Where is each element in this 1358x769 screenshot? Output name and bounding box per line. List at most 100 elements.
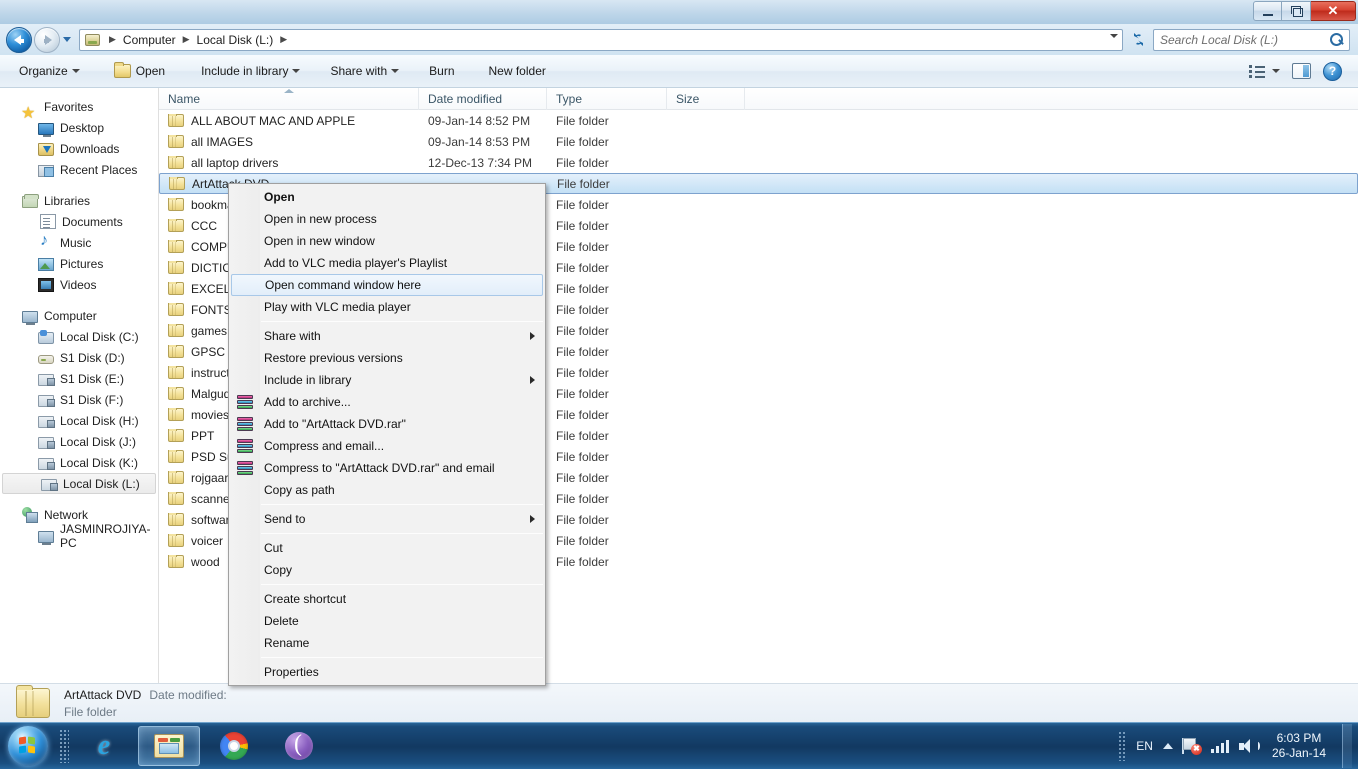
sidebar-item-pictures[interactable]: Pictures <box>0 253 158 274</box>
refresh-button[interactable] <box>1127 29 1149 51</box>
folder-icon <box>168 260 184 274</box>
sidebar-label-s1-disk-e: S1 Disk (E:) <box>60 371 125 386</box>
organize-button[interactable]: Organize <box>10 59 89 84</box>
sidebar-label-downloads: Downloads <box>60 141 120 156</box>
sidebar-item-recent-places[interactable]: Recent Places <box>0 159 158 180</box>
network-drive-icon <box>38 373 55 386</box>
sidebar-item-downloads[interactable]: Downloads <box>0 138 158 159</box>
show-desktop-button[interactable] <box>1342 724 1352 768</box>
volume-icon[interactable] <box>1238 738 1260 754</box>
context-menu-item[interactable]: Cut <box>229 537 545 559</box>
context-menu-item[interactable]: Share with <box>229 325 545 347</box>
change-view-button[interactable] <box>1249 64 1280 78</box>
minimize-button[interactable] <box>1253 1 1282 21</box>
context-menu-item[interactable]: Copy as path <box>229 479 545 501</box>
recent-pages-dropdown[interactable] <box>60 27 74 53</box>
table-row[interactable]: all IMAGES 09-Jan-14 8:53 PM File folder <box>159 131 1358 152</box>
column-header-size[interactable]: Size <box>667 88 745 110</box>
taskbar-grip[interactable] <box>59 729 69 763</box>
sidebar-item-local-disk-h[interactable]: Local Disk (H:) <box>0 410 158 431</box>
sidebar-item-libraries[interactable]: Libraries <box>0 190 158 211</box>
new-folder-button[interactable]: New folder <box>480 59 559 84</box>
sidebar-item-s1-disk-e[interactable]: S1 Disk (E:) <box>0 368 158 389</box>
sidebar-item-local-disk-j[interactable]: Local Disk (J:) <box>0 431 158 452</box>
taskbar-item-internet-explorer[interactable]: e <box>73 726 135 766</box>
network-drive-icon <box>38 415 55 428</box>
sidebar-item-s1-disk-d[interactable]: S1 Disk (D:) <box>0 347 158 368</box>
sidebar-item-music[interactable]: Music <box>0 232 158 253</box>
context-menu-item-label: Add to "ArtAttack DVD.rar" <box>264 417 406 431</box>
preview-pane-button[interactable] <box>1292 63 1311 79</box>
tray-grip[interactable] <box>1118 731 1127 761</box>
table-row[interactable]: all laptop drivers 12-Dec-13 7:34 PM File … <box>159 152 1358 173</box>
context-menu-item[interactable]: Delete <box>229 610 545 632</box>
help-icon[interactable]: ? <box>1323 61 1342 81</box>
context-menu-item[interactable]: Send to <box>229 508 545 530</box>
context-menu-item[interactable]: Compress to "ArtAttack DVD.rar" and emai… <box>229 457 545 479</box>
breadcrumb-history-dropdown[interactable] <box>1110 33 1118 52</box>
taskbar-item-windows-explorer[interactable] <box>138 726 200 766</box>
back-button[interactable] <box>6 26 32 53</box>
sidebar-item-documents[interactable]: Documents <box>0 211 158 232</box>
sidebar-item-computer[interactable]: Computer <box>0 305 158 326</box>
forward-button[interactable] <box>34 26 60 53</box>
signal-strength-icon[interactable] <box>1210 739 1229 753</box>
context-menu-item[interactable]: Compress and email... <box>229 435 545 457</box>
taskbar-item-google-chrome[interactable] <box>203 726 265 766</box>
context-menu-item[interactable]: Rename <box>229 632 545 654</box>
open-button[interactable]: Open <box>105 59 178 84</box>
context-menu-item[interactable]: Create shortcut <box>229 588 545 610</box>
music-icon <box>38 232 54 251</box>
breadcrumb-item-computer[interactable]: Computer <box>121 31 178 49</box>
context-menu-item[interactable]: Restore previous versions <box>229 347 545 369</box>
start-button[interactable] <box>1 724 55 768</box>
window-titlebar[interactable]: ✕ <box>0 0 1358 24</box>
column-header-type[interactable]: Type <box>547 88 667 110</box>
sidebar-item-local-disk-c[interactable]: Local Disk (C:) <box>0 326 158 347</box>
file-name-label: GPSC <box>191 344 226 359</box>
context-menu-item[interactable]: Open <box>229 186 545 208</box>
sidebar-item-s1-disk-f[interactable]: S1 Disk (F:) <box>0 389 158 410</box>
context-menu-item[interactable]: Add to archive... <box>229 391 545 413</box>
sidebar-item-videos[interactable]: Videos <box>0 274 158 295</box>
file-name-label: EXCEL <box>191 281 231 296</box>
context-menu-item[interactable]: Open in new window <box>229 230 545 252</box>
show-hidden-icons-button[interactable] <box>1162 743 1173 749</box>
context-menu-item[interactable]: Include in library <box>229 369 545 391</box>
breadcrumb-item-local-disk-l[interactable]: Local Disk (L:) <box>195 31 276 49</box>
table-row[interactable]: ALL ABOUT MAC AND APPLE 09-Jan-14 8:52 PM… <box>159 110 1358 131</box>
sidebar-item-local-disk-l[interactable]: Local Disk (L:) <box>2 473 156 494</box>
clock[interactable]: 6:03 PM 26-Jan-14 <box>1266 731 1332 761</box>
taskbar-item-bittorrent[interactable] <box>268 726 330 766</box>
close-button[interactable]: ✕ <box>1311 1 1356 21</box>
breadcrumb-separator-0[interactable]: ▶ <box>104 34 121 45</box>
restore-button[interactable] <box>1282 1 1311 21</box>
sidebar-item-local-disk-k[interactable]: Local Disk (K:) <box>0 452 158 473</box>
include-in-library-button[interactable]: Include in library <box>192 59 309 84</box>
file-name-label: all IMAGES <box>191 134 254 149</box>
context-menu-item[interactable]: Open command window here <box>231 274 543 296</box>
column-header-date-modified[interactable]: Date modified <box>419 88 547 110</box>
network-status-icon[interactable]: ✖ <box>1181 738 1202 755</box>
context-menu-item[interactable]: Open in new process <box>229 208 545 230</box>
context-menu-item[interactable]: Play with VLC media player <box>229 296 545 318</box>
cell-type: File folder <box>556 155 609 170</box>
context-menu-item[interactable]: Add to "ArtAttack DVD.rar" <box>229 413 545 435</box>
sidebar-item-jasminrojiya-pc[interactable]: JASMINROJIYA-PC <box>0 522 158 550</box>
burn-button[interactable]: Burn <box>420 59 467 84</box>
breadcrumb[interactable]: ▶ Computer ▶ Local Disk (L:) ▶ <box>79 28 1123 52</box>
column-header-size-label: Size <box>676 91 700 106</box>
search-input[interactable]: Search Local Disk (L:) <box>1153 28 1350 51</box>
search-placeholder: Search Local Disk (L:) <box>1160 32 1279 47</box>
sidebar-item-favorites[interactable]: Favorites <box>0 96 158 123</box>
column-header-name[interactable]: Name <box>159 88 419 110</box>
cell-type: File folder <box>556 407 609 422</box>
share-with-button[interactable]: Share with <box>321 59 408 84</box>
context-menu-item[interactable]: Add to VLC media player's Playlist <box>229 252 545 274</box>
context-menu-item[interactable]: Properties <box>229 661 545 683</box>
file-name-label: FONTS <box>191 302 232 317</box>
breadcrumb-separator-1[interactable]: ▶ <box>178 34 195 45</box>
tray-language-indicator[interactable]: EN <box>1136 739 1153 753</box>
context-menu-item[interactable]: Copy <box>229 559 545 581</box>
breadcrumb-separator-2[interactable]: ▶ <box>275 34 292 45</box>
